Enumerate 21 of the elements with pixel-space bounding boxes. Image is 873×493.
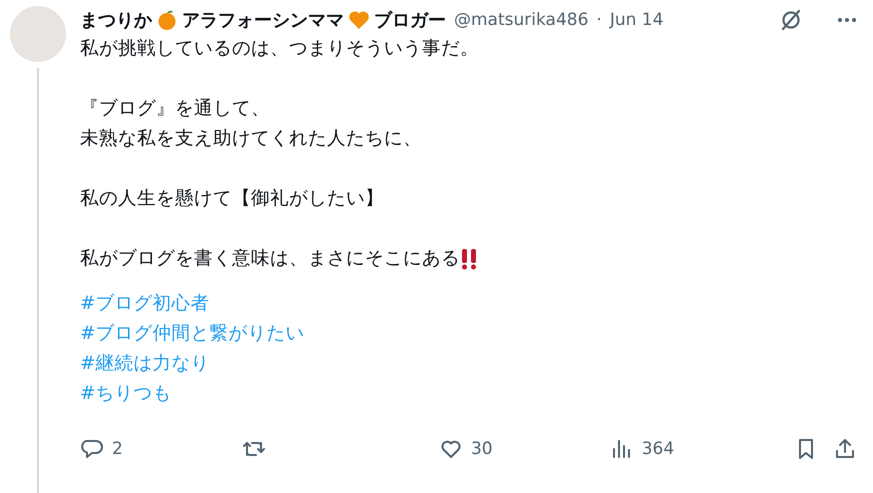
- reply-icon: [80, 437, 104, 461]
- post-text: 未熟な私を支え助けてくれた人たちに、: [80, 127, 422, 151]
- post-text: 私がブログを書く意味は、まさにそこにある: [80, 247, 460, 271]
- post-text: 私が挑戦しているのは、つまりそういう事だ。: [80, 37, 479, 61]
- views-button[interactable]: 364: [610, 437, 674, 461]
- author-name[interactable]: ブロガー: [374, 8, 446, 32]
- post-text: 『ブログ』を通して、: [80, 97, 270, 121]
- more-icon[interactable]: [837, 17, 857, 23]
- author-name[interactable]: まつりか: [80, 8, 152, 32]
- author-handle[interactable]: @matsurika486: [454, 10, 588, 30]
- double-exclamation-icon: [460, 248, 478, 270]
- heart-icon: [348, 10, 370, 30]
- separator: ·: [596, 10, 602, 30]
- like-button[interactable]: 30: [438, 437, 493, 461]
- fruit-icon: [156, 9, 178, 31]
- post-date[interactable]: Jun 14: [610, 10, 664, 30]
- reply-button[interactable]: 2: [80, 437, 123, 461]
- share-icon: [833, 437, 857, 461]
- post-text: 私の人生を懸けて【御礼がしたい】: [80, 187, 384, 211]
- author-name[interactable]: アラフォーシンママ: [182, 8, 344, 32]
- share-button[interactable]: [833, 437, 857, 461]
